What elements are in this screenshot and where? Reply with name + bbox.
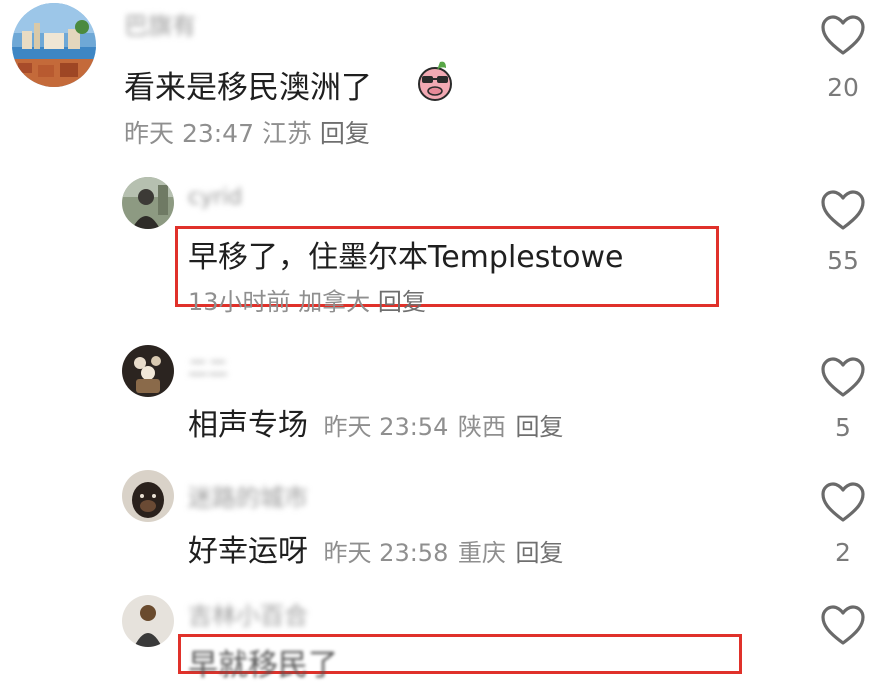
avatar[interactable] (122, 595, 174, 647)
comment-location: 重庆 (457, 539, 506, 567)
reply-button[interactable]: 回复 (378, 288, 426, 316)
comment-meta: 昨天 23:47 江苏 回复 (124, 114, 370, 150)
avatar[interactable] (12, 3, 96, 87)
heart-icon[interactable] (820, 356, 866, 398)
username[interactable]: 二二 (188, 352, 228, 381)
comment-text: 相声专场 (188, 408, 308, 443)
comment-line: 相声专场 昨天 23:54 陕西 回复 (188, 400, 563, 444)
comment-text: 早就移民了 (188, 648, 338, 683)
like-count: 20 (827, 73, 859, 102)
comment-text: 早移了，住墨尔本Templestowe (188, 240, 624, 275)
reply-button[interactable]: 回复 (515, 413, 563, 441)
comment-location: 陕西 (457, 413, 506, 441)
avatar[interactable] (122, 177, 174, 229)
heart-icon[interactable] (820, 604, 866, 646)
avatar[interactable] (122, 470, 174, 522)
comment-text-content: 看来是移民澳洲了 (124, 70, 372, 106)
comment-line: 好幸运呀 昨天 23:58 重庆 回复 (188, 526, 563, 570)
comment-time: 昨天 23:47 (124, 119, 254, 148)
figure-icon (122, 595, 174, 647)
like-count: 55 (827, 246, 859, 275)
comment-text: 看来是移民澳洲了 (124, 62, 372, 107)
heart-icon[interactable] (820, 481, 866, 523)
comment-meta: 13小时前 加拿大 回复 (188, 282, 426, 317)
comment-time: 13小时前 (188, 288, 291, 316)
username[interactable]: 迷路的城市 (188, 478, 308, 513)
avatar[interactable] (122, 345, 174, 397)
comment-location: 江苏 (261, 119, 312, 148)
comment-text: 好幸运呀 (188, 534, 308, 569)
username[interactable]: 巴旗有 (124, 6, 196, 41)
comment-time: 昨天 23:54 (323, 413, 449, 441)
like-count: 5 (835, 413, 851, 442)
coastal-town-icon (12, 3, 96, 87)
heart-icon[interactable] (820, 14, 866, 56)
reply-button[interactable]: 回复 (515, 539, 563, 567)
like-count: 2 (835, 538, 851, 567)
pig-sunglasses-emoji-icon (418, 61, 452, 101)
drink-cup-icon (122, 345, 174, 397)
comment-location: 加拿大 (298, 288, 371, 316)
username[interactable]: cyrid (188, 185, 242, 210)
comment-time: 昨天 23:58 (323, 539, 449, 567)
dog-icon (122, 470, 174, 522)
heart-icon[interactable] (820, 189, 866, 231)
figure-photo-icon (122, 177, 174, 229)
reply-button[interactable]: 回复 (320, 119, 370, 148)
username[interactable]: 吉林小百合 (188, 596, 308, 631)
